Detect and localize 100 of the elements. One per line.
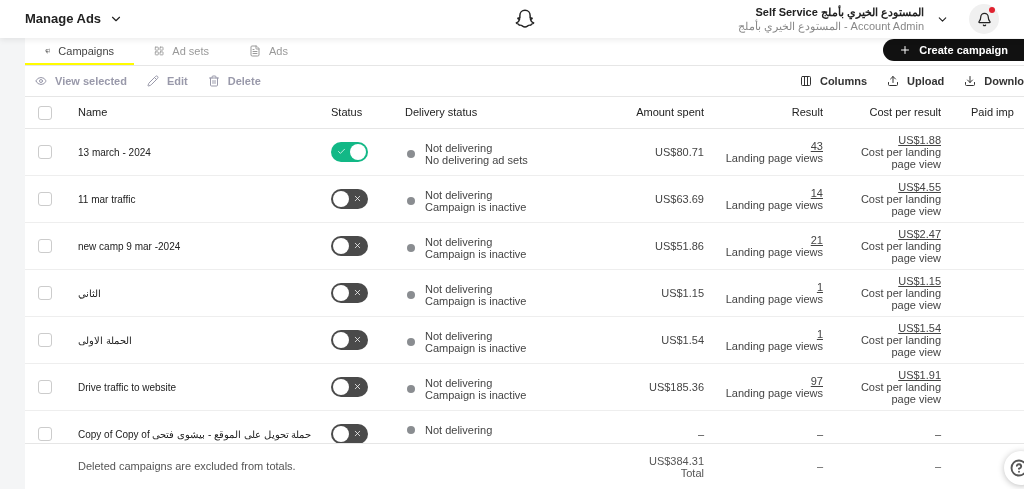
status-toggle[interactable] bbox=[331, 142, 368, 162]
row-checkbox[interactable] bbox=[38, 333, 52, 347]
result-link[interactable]: 21 bbox=[810, 234, 823, 246]
status-toggle[interactable] bbox=[331, 377, 368, 397]
columns-icon bbox=[799, 75, 812, 87]
result-link[interactable]: 1 bbox=[816, 281, 823, 293]
total-result: – bbox=[816, 460, 823, 473]
delivery-status: Not delivering bbox=[425, 189, 494, 201]
ghost-logo-icon bbox=[514, 8, 536, 30]
campaign-name[interactable]: الثاني bbox=[78, 287, 101, 299]
page-title: Manage Ads bbox=[25, 10, 102, 29]
result-label: Landing page views bbox=[725, 246, 823, 258]
delivery-status: Not delivering bbox=[425, 142, 494, 154]
pencil-icon bbox=[146, 75, 159, 87]
delivery-status: Not delivering bbox=[425, 283, 494, 295]
grid-icon bbox=[154, 45, 165, 57]
result-label: Landing page views bbox=[725, 293, 823, 305]
cost-label: Cost per landing page view bbox=[859, 287, 941, 311]
x-icon bbox=[353, 429, 362, 438]
account-role: المستودع الخيري بأملج - Account Admin bbox=[737, 19, 924, 33]
x-icon bbox=[353, 241, 362, 250]
x-icon bbox=[353, 382, 362, 391]
cost-link[interactable]: US$1.91 bbox=[898, 369, 941, 381]
row-checkbox[interactable] bbox=[38, 145, 52, 159]
bell-icon bbox=[976, 11, 992, 27]
amount-spent: US$63.69 bbox=[655, 192, 704, 205]
column-header[interactable]: Status bbox=[331, 106, 363, 119]
cost-link[interactable]: US$1.54 bbox=[898, 322, 941, 334]
campaign-name[interactable]: 11 mar traffic bbox=[78, 193, 136, 205]
cost-link[interactable]: US$2.47 bbox=[898, 228, 941, 240]
campaign-name[interactable]: الحملة الاولى bbox=[78, 334, 132, 346]
status-toggle[interactable] bbox=[331, 236, 368, 256]
amount-spent: – bbox=[697, 427, 704, 440]
cost-label: Cost per landing page view bbox=[859, 193, 941, 217]
delivery-status: Not delivering bbox=[425, 236, 494, 248]
help-icon bbox=[1010, 459, 1024, 477]
result-label: Landing page views bbox=[725, 152, 823, 164]
cost-link[interactable]: – bbox=[934, 428, 941, 440]
result-label: Landing page views bbox=[725, 199, 823, 211]
result-label: Landing page views bbox=[725, 340, 823, 352]
result-link[interactable]: 97 bbox=[810, 375, 823, 387]
result-link[interactable]: – bbox=[816, 428, 823, 440]
cost-label: Cost per landing page view bbox=[859, 381, 941, 405]
amount-spent: US$51.86 bbox=[655, 239, 704, 252]
total-amount: US$384.31 bbox=[648, 454, 704, 467]
campaign-name[interactable]: Drive traffic to website bbox=[78, 381, 177, 393]
trash-icon bbox=[207, 75, 220, 87]
tab[interactable]: Campaigns bbox=[25, 39, 134, 65]
upload-icon bbox=[887, 75, 899, 87]
column-header[interactable]: Name bbox=[78, 106, 108, 119]
result-label: Landing page views bbox=[725, 387, 823, 399]
toolbar-button[interactable]: Downlo bbox=[964, 72, 1024, 90]
cost-link[interactable]: US$4.55 bbox=[898, 181, 941, 193]
amount-spent: US$185.36 bbox=[648, 380, 704, 393]
cost-link[interactable]: US$1.88 bbox=[898, 134, 941, 146]
delivery-status: Not delivering bbox=[425, 424, 493, 436]
row-checkbox[interactable] bbox=[38, 427, 52, 441]
column-header[interactable]: Delivery status bbox=[405, 106, 478, 119]
toolbar-button[interactable]: Columns bbox=[799, 72, 867, 90]
x-icon bbox=[353, 288, 362, 297]
delivery-detail: Campaign is inactive bbox=[425, 342, 527, 354]
campaign-name[interactable]: new camp 9 mar -2024 bbox=[78, 240, 181, 252]
delivery-status: Not delivering bbox=[425, 377, 494, 389]
totals-note: Deleted campaigns are excluded from totals. bbox=[78, 460, 296, 473]
row-checkbox[interactable] bbox=[38, 380, 52, 394]
delivery-detail: Campaign is inactive bbox=[425, 201, 527, 213]
campaign-name[interactable]: 13 march - 2024 bbox=[78, 146, 151, 158]
row-checkbox[interactable] bbox=[38, 192, 52, 206]
cost-link[interactable]: US$1.15 bbox=[898, 275, 941, 287]
status-toggle[interactable] bbox=[331, 283, 368, 303]
delivery-detail: Campaign is inactive bbox=[425, 248, 527, 260]
result-link[interactable]: 14 bbox=[810, 187, 823, 199]
column-header[interactable]: Result bbox=[791, 106, 823, 119]
amount-spent: US$80.71 bbox=[655, 145, 704, 158]
cost-label: Cost per landing page view bbox=[859, 240, 941, 264]
total-cost: – bbox=[934, 460, 941, 473]
column-header[interactable]: Amount spent bbox=[636, 106, 704, 119]
x-icon bbox=[353, 194, 362, 203]
x-icon bbox=[353, 335, 362, 344]
status-toggle[interactable] bbox=[331, 330, 368, 350]
campaign-name[interactable]: Copy of Copy of حملة تحويل على الموقع - بيشوى فتحى bbox=[78, 428, 312, 440]
toolbar-button[interactable]: Upload bbox=[887, 72, 945, 90]
plus-icon bbox=[899, 44, 912, 56]
column-header[interactable]: Paid imp bbox=[971, 106, 1014, 119]
column-header[interactable]: Cost per result bbox=[869, 106, 941, 119]
download-icon bbox=[964, 75, 977, 87]
select-all-checkbox[interactable] bbox=[38, 105, 52, 120]
document-icon bbox=[249, 45, 261, 57]
create-campaign-button[interactable]: Create campaign bbox=[883, 39, 1024, 61]
row-checkbox[interactable] bbox=[38, 239, 52, 253]
delivery-detail: Campaign is inactive bbox=[425, 389, 527, 401]
result-link[interactable]: 1 bbox=[816, 328, 823, 340]
result-link[interactable]: 43 bbox=[810, 140, 823, 152]
status-toggle[interactable] bbox=[331, 424, 368, 443]
row-checkbox[interactable] bbox=[38, 286, 52, 300]
delivery-detail: Campaign is inactive bbox=[425, 295, 527, 307]
notifications-button[interactable] bbox=[969, 4, 999, 34]
status-toggle[interactable] bbox=[331, 189, 368, 209]
delivery-detail: No delivering ad sets bbox=[425, 154, 528, 166]
check-icon bbox=[337, 147, 346, 156]
